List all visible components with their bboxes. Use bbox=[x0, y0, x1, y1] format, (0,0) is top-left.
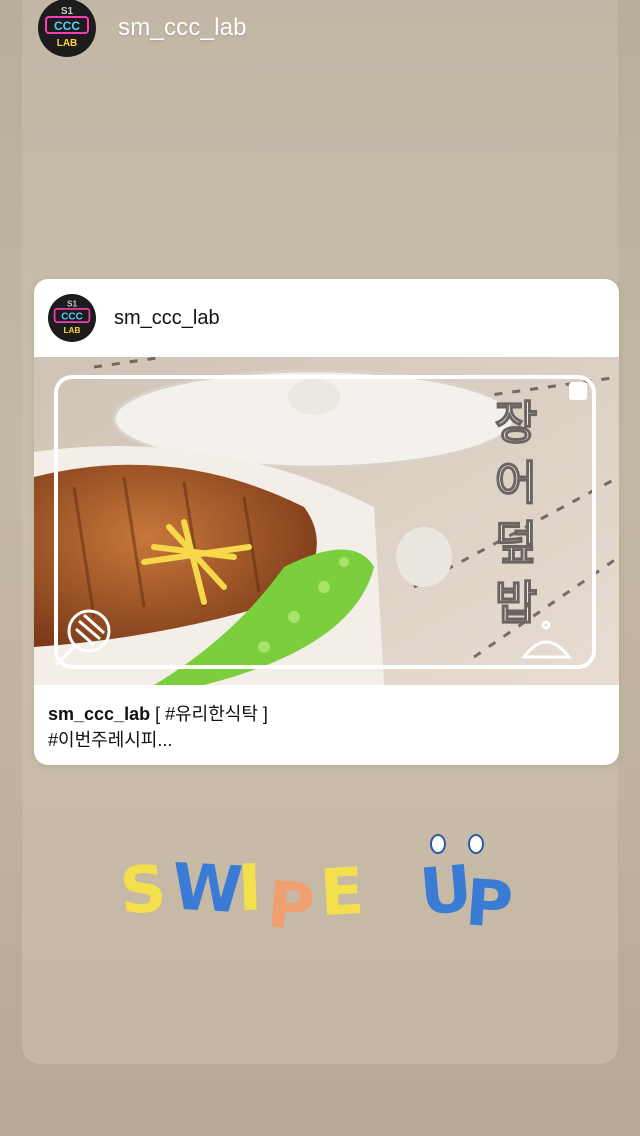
hands-icon bbox=[430, 834, 484, 854]
image-title-char: 밥 bbox=[495, 576, 537, 630]
svg-text:W: W bbox=[170, 851, 244, 929]
logo-bot-text: LAB bbox=[57, 38, 78, 49]
caption-line-2: #이번주레시피... bbox=[48, 730, 173, 750]
post-header: S1 CCC LAB sm_ccc_lab bbox=[34, 279, 619, 357]
post-caption: sm_ccc_lab [ #유리한식탁 ] #이번주레시피... bbox=[48, 701, 608, 753]
story-header: S1 CCC LAB sm_ccc_lab bbox=[38, 0, 247, 57]
image-title-char: 장 bbox=[495, 396, 537, 450]
swipe-up-sticker[interactable]: S W I P E U P bbox=[118, 830, 540, 950]
story-avatar[interactable]: S1 CCC LAB bbox=[38, 0, 96, 57]
caption-line-1: sm_ccc_lab [ #유리한식탁 ] bbox=[48, 701, 608, 727]
caption-username[interactable]: sm_ccc_lab bbox=[48, 704, 150, 724]
logo-mid-text: CCC bbox=[54, 19, 80, 33]
image-title-char: 어 bbox=[495, 456, 537, 510]
caption-hashtag[interactable]: [ #유리한식탁 ] bbox=[155, 704, 268, 724]
ccc-lab-logo: S1 CCC LAB bbox=[45, 6, 89, 49]
svg-text:E: E bbox=[318, 855, 366, 931]
logo-top-text: S1 bbox=[61, 6, 74, 17]
logo-bot-text: LAB bbox=[64, 326, 81, 335]
svg-text:S: S bbox=[120, 852, 169, 929]
post-avatar[interactable]: S1 CCC LAB bbox=[48, 294, 96, 342]
logo-mid-text: CCC bbox=[61, 312, 83, 323]
ccc-lab-logo: S1 CCC LAB bbox=[53, 299, 91, 335]
post-username[interactable]: sm_ccc_lab bbox=[114, 307, 220, 330]
swipe-up-art: S W I P E U P bbox=[118, 834, 515, 946]
logo-top-text: S1 bbox=[67, 299, 78, 308]
svg-text:P: P bbox=[463, 866, 515, 943]
shared-post-card[interactable]: S1 CCC LAB sm_ccc_lab 장 어 덮 밥 sm_ccc_lab… bbox=[34, 279, 619, 765]
story-username[interactable]: sm_ccc_lab bbox=[118, 14, 247, 42]
post-image[interactable]: 장 어 덮 밥 bbox=[34, 357, 619, 685]
image-title-char: 덮 bbox=[495, 516, 537, 570]
food-photo: 장 어 덮 밥 bbox=[34, 357, 619, 685]
svg-text:P: P bbox=[264, 868, 317, 946]
svg-text:I: I bbox=[237, 852, 263, 927]
